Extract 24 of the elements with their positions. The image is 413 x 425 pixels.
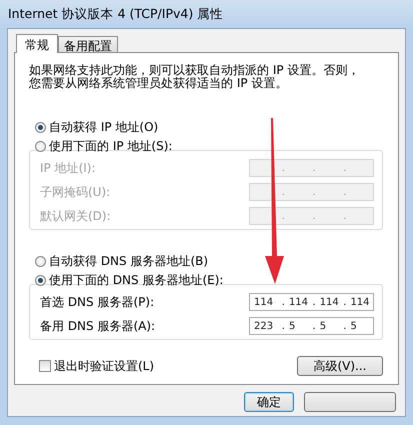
tab[interactable]: 常规 [16, 34, 58, 53]
ip-address-field[interactable]: 223 . 5 . 5 . 5 [249, 317, 374, 335]
radio-label: 使用下面的 IP 地址(S): [49, 138, 172, 155]
field-label: IP 地址(I): [40, 160, 96, 176]
field-label: 备用 DNS 服务器(A): [40, 318, 156, 334]
radio-label: 自动获得 IP 地址(O) [49, 119, 158, 136]
window-title: Internet 协议版本 4 (TCP/IPv4) 属性 [8, 6, 224, 22]
field-label: 首选 DNS 服务器(P): [40, 294, 154, 310]
advanced-button[interactable]: 高级(V)... [297, 356, 383, 376]
field-label: 默认网关(D): [40, 208, 111, 224]
radio-button[interactable] [35, 122, 46, 133]
radio-button[interactable] [35, 275, 46, 286]
checkbox-label: 退出时验证设置(L) [54, 358, 154, 374]
checkbox[interactable] [39, 360, 51, 372]
ip-address-field[interactable]: 114 . 114 . 114 . 114 [249, 293, 374, 311]
radio-button[interactable] [35, 141, 46, 152]
radio-label: 自动获得 DNS 服务器地址(B) [49, 253, 208, 270]
ok-button[interactable]: 确定 [244, 392, 294, 412]
tab[interactable]: 备用配置 [58, 36, 118, 52]
field-label: 子网掩码(U): [40, 184, 110, 200]
radio-label: 使用下面的 DNS 服务器地址(E): [49, 272, 224, 289]
dialog-button[interactable] [304, 392, 396, 412]
description-text: 如果网络支持此功能，则可以获取自动指派的 IP 设置。否则， 您需要从网络系统管理员处获得适当的 IP 设置。 [29, 64, 360, 90]
radio-button[interactable] [35, 256, 46, 267]
